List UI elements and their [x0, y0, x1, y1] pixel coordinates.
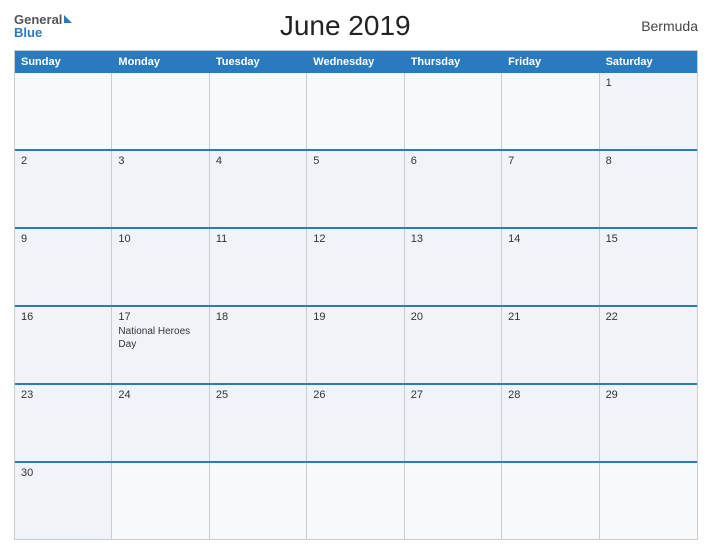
day-number: 17 [118, 311, 202, 323]
day-header-wednesday: Wednesday [307, 51, 404, 73]
day-number: 8 [606, 155, 691, 167]
day-number: 19 [313, 311, 397, 323]
day-header-tuesday: Tuesday [210, 51, 307, 73]
day-header-thursday: Thursday [405, 51, 502, 73]
day-number: 14 [508, 233, 592, 245]
day-cell: 3 [112, 151, 209, 227]
day-cell [405, 73, 502, 149]
day-number: 20 [411, 311, 495, 323]
week-row-2: 9 10 11 12 13 14 15 [15, 227, 697, 305]
day-number: 26 [313, 389, 397, 401]
day-cell: 9 [15, 229, 112, 305]
day-cell: 27 [405, 385, 502, 461]
day-number: 15 [606, 233, 691, 245]
logo-triangle-icon [64, 15, 72, 23]
day-headers: SundayMondayTuesdayWednesdayThursdayFrid… [15, 51, 697, 73]
day-cell [15, 73, 112, 149]
day-cell: 24 [112, 385, 209, 461]
day-number: 2 [21, 155, 105, 167]
day-cell: 28 [502, 385, 599, 461]
day-cell: 22 [600, 307, 697, 383]
day-number: 9 [21, 233, 105, 245]
day-cell: 16 [15, 307, 112, 383]
day-cell [307, 463, 404, 539]
day-cell: 2 [15, 151, 112, 227]
day-number: 29 [606, 389, 691, 401]
day-cell: 12 [307, 229, 404, 305]
day-number: 5 [313, 155, 397, 167]
day-number: 6 [411, 155, 495, 167]
day-cell: 30 [15, 463, 112, 539]
day-cell: 25 [210, 385, 307, 461]
week-row-0: 1 [15, 73, 697, 149]
day-number: 27 [411, 389, 495, 401]
day-cell [502, 73, 599, 149]
day-cell: 20 [405, 307, 502, 383]
logo: General Blue [14, 13, 72, 39]
day-cell: 19 [307, 307, 404, 383]
holiday-label: National Heroes Day [118, 325, 202, 351]
day-header-sunday: Sunday [15, 51, 112, 73]
day-cell: 26 [307, 385, 404, 461]
day-cell [502, 463, 599, 539]
day-cell: 7 [502, 151, 599, 227]
day-header-monday: Monday [112, 51, 209, 73]
day-cell: 15 [600, 229, 697, 305]
day-number: 7 [508, 155, 592, 167]
week-row-4: 23 24 25 26 27 28 29 [15, 383, 697, 461]
day-cell: 23 [15, 385, 112, 461]
day-cell: 5 [307, 151, 404, 227]
region-label: Bermuda [618, 18, 698, 34]
day-number: 22 [606, 311, 691, 323]
calendar-wrapper: General Blue June 2019 Bermuda SundayMon… [0, 0, 712, 550]
week-row-1: 2 3 4 5 6 7 8 [15, 149, 697, 227]
day-cell [112, 73, 209, 149]
logo-blue: Blue [14, 26, 42, 39]
day-cell: 8 [600, 151, 697, 227]
day-cell: 10 [112, 229, 209, 305]
day-number: 3 [118, 155, 202, 167]
day-number: 1 [606, 77, 691, 89]
day-number: 24 [118, 389, 202, 401]
day-cell [210, 463, 307, 539]
header-row: General Blue June 2019 Bermuda [14, 10, 698, 42]
day-cell [600, 463, 697, 539]
day-cell: 11 [210, 229, 307, 305]
day-number: 10 [118, 233, 202, 245]
day-header-friday: Friday [502, 51, 599, 73]
day-cell: 6 [405, 151, 502, 227]
day-cell: 29 [600, 385, 697, 461]
day-cell: 1 [600, 73, 697, 149]
weeks: 1234567891011121314151617National Heroes… [15, 73, 697, 539]
day-number: 4 [216, 155, 300, 167]
day-cell: 17 National Heroes Day [112, 307, 209, 383]
day-cell: 14 [502, 229, 599, 305]
day-cell: 4 [210, 151, 307, 227]
calendar-grid: SundayMondayTuesdayWednesdayThursdayFrid… [14, 50, 698, 540]
day-number: 28 [508, 389, 592, 401]
day-cell [307, 73, 404, 149]
day-number: 25 [216, 389, 300, 401]
day-cell [210, 73, 307, 149]
week-row-5: 30 [15, 461, 697, 539]
day-number: 12 [313, 233, 397, 245]
calendar-title: June 2019 [72, 10, 618, 42]
day-number: 30 [21, 467, 105, 479]
day-cell: 21 [502, 307, 599, 383]
day-number: 11 [216, 233, 300, 245]
day-cell [112, 463, 209, 539]
day-number: 21 [508, 311, 592, 323]
logo-icon: General Blue [14, 13, 72, 39]
day-number: 18 [216, 311, 300, 323]
day-number: 16 [21, 311, 105, 323]
day-number: 13 [411, 233, 495, 245]
day-cell [405, 463, 502, 539]
day-cell: 13 [405, 229, 502, 305]
day-number: 23 [21, 389, 105, 401]
week-row-3: 16 17 National Heroes Day 18 19 20 21 22 [15, 305, 697, 383]
day-cell: 18 [210, 307, 307, 383]
day-header-saturday: Saturday [600, 51, 697, 73]
